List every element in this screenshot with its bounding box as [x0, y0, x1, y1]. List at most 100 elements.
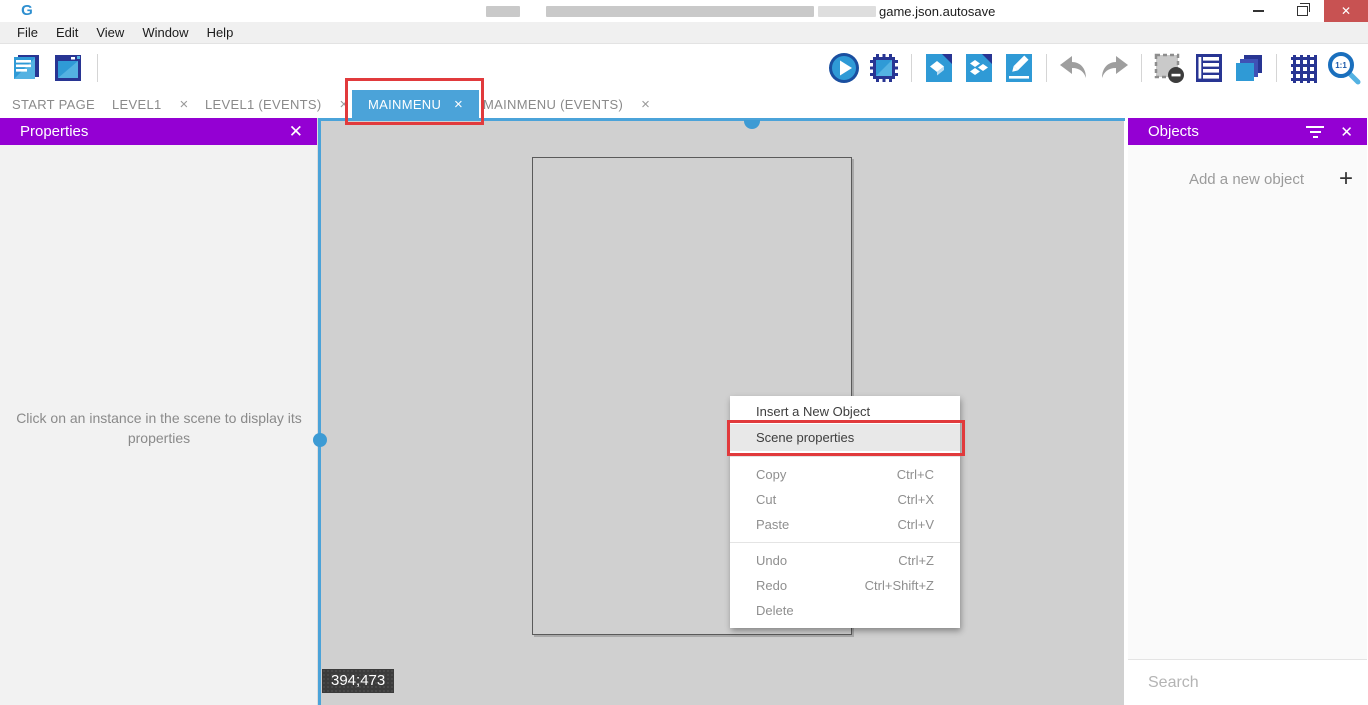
menu-item-label: Cut: [756, 492, 776, 507]
context-menu-item-insert-object[interactable]: Insert a New Object: [730, 399, 960, 424]
toolbar: 1:1: [0, 45, 1368, 90]
menu-item-label: Copy: [756, 467, 786, 482]
canvas-left-border: [318, 118, 321, 705]
context-menu-item-redo[interactable]: Redo Ctrl+Shift+Z: [730, 573, 960, 598]
menu-file[interactable]: File: [8, 22, 47, 43]
grid-button[interactable]: [1286, 49, 1322, 87]
objects-title: Objects: [1148, 123, 1199, 140]
tab-level1[interactable]: LEVEL1 ×: [112, 90, 189, 118]
add-object-row: Add a new object +: [1128, 167, 1367, 191]
context-menu-item-scene-properties[interactable]: Scene properties: [730, 424, 960, 451]
tab-bar: START PAGE LEVEL1 × LEVEL1 (EVENTS) × MA…: [0, 90, 1368, 118]
start-page-icon: [52, 52, 84, 84]
gdevelop-window: G game.json.autosave ✕ File Edit View Wi…: [0, 0, 1368, 705]
context-menu-item-delete[interactable]: Delete: [730, 598, 960, 623]
properties-title: Properties: [20, 123, 88, 140]
redo-button[interactable]: [1096, 49, 1132, 87]
filter-icon[interactable]: [1306, 126, 1324, 138]
tab-label: MAINMENU: [368, 97, 441, 112]
debugger-button[interactable]: [866, 49, 902, 87]
menu-item-label: Redo: [756, 578, 787, 593]
close-icon: ✕: [1341, 4, 1351, 18]
app-logo-icon: G: [18, 2, 36, 20]
menu-separator: [730, 542, 960, 543]
minimize-button[interactable]: [1236, 0, 1280, 22]
tab-label: LEVEL1 (EVENTS): [205, 97, 322, 112]
instances-list-button[interactable]: [1191, 49, 1227, 87]
menu-item-shortcut: Ctrl+Z: [898, 553, 934, 568]
grid-icon: [1287, 51, 1321, 85]
menu-item-shortcut: Ctrl+V: [898, 517, 934, 532]
document-pencil-icon: [1002, 51, 1036, 85]
menu-item-label: Scene properties: [756, 430, 854, 445]
menu-window[interactable]: Window: [133, 22, 197, 43]
tab-start-page[interactable]: START PAGE: [12, 90, 95, 118]
menu-separator: [730, 456, 960, 457]
tab-label: START PAGE: [12, 97, 95, 112]
selection-minus-icon: [1152, 51, 1186, 85]
project-manager-button[interactable]: [8, 49, 44, 87]
close-tab-icon[interactable]: ×: [454, 97, 463, 112]
context-menu-item-copy[interactable]: Copy Ctrl+C: [730, 462, 960, 487]
delete-selection-button[interactable]: [1151, 49, 1187, 87]
minimize-icon: [1253, 10, 1264, 12]
add-object-plus-button[interactable]: +: [1339, 167, 1353, 191]
objects-panel: Objects ✕ Add a new object +: [1124, 118, 1367, 705]
window-title-group: game.json.autosave: [486, 3, 995, 19]
close-tab-icon[interactable]: ×: [340, 97, 349, 112]
table-list-icon: [1192, 51, 1226, 85]
window-title: game.json.autosave: [879, 4, 995, 19]
properties-panel-header: Properties ✕: [0, 118, 317, 145]
tab-mainmenu-events[interactable]: MAINMENU (EVENTS) ×: [483, 90, 650, 118]
menu-edit[interactable]: Edit: [47, 22, 87, 43]
menu-item-label: Undo: [756, 553, 787, 568]
zoom-original-button[interactable]: 1:1: [1326, 49, 1362, 87]
edit-scene-properties-button[interactable]: [1001, 49, 1037, 87]
resize-handle-top[interactable]: [744, 120, 760, 129]
menu-item-shortcut: Ctrl+Shift+Z: [865, 578, 934, 593]
add-object-button[interactable]: [921, 49, 957, 87]
close-tab-icon[interactable]: ×: [641, 97, 650, 112]
objects-list-button[interactable]: [961, 49, 997, 87]
zoom-label: 1:1: [1335, 61, 1347, 70]
debug-icon: [867, 51, 901, 85]
play-icon: [827, 51, 861, 85]
close-window-button[interactable]: ✕: [1324, 0, 1368, 22]
play-preview-button[interactable]: [826, 49, 862, 87]
add-object-label: Add a new object: [1128, 171, 1339, 188]
tab-level1-events[interactable]: LEVEL1 (EVENTS) ×: [205, 90, 349, 118]
restore-button[interactable]: [1280, 0, 1324, 22]
close-panel-icon[interactable]: ✕: [1340, 123, 1353, 141]
tab-label: MAINMENU (EVENTS): [483, 97, 623, 112]
cursor-coordinates-badge: 394;473: [322, 669, 394, 693]
context-menu-item-undo[interactable]: Undo Ctrl+Z: [730, 548, 960, 573]
undo-button[interactable]: [1056, 49, 1092, 87]
layers-icon: [1232, 51, 1266, 85]
resize-handle-left[interactable]: [313, 433, 327, 447]
layers-button[interactable]: [1231, 49, 1267, 87]
properties-empty-message: Click on an instance in the scene to dis…: [9, 408, 309, 448]
search-bar: [1128, 659, 1367, 705]
tab-mainmenu[interactable]: MAINMENU ×: [352, 90, 479, 118]
context-menu-item-cut[interactable]: Cut Ctrl+X: [730, 487, 960, 512]
context-menu-item-paste[interactable]: Paste Ctrl+V: [730, 512, 960, 537]
properties-panel: Properties ✕ Click on an instance in the…: [0, 118, 318, 705]
menu-item-label: Paste: [756, 517, 789, 532]
tab-label: LEVEL1: [112, 97, 162, 112]
menu-item-shortcut: Ctrl+C: [897, 467, 934, 482]
context-menu: Insert a New Object Scene properties Cop…: [730, 396, 960, 628]
close-panel-icon[interactable]: ✕: [289, 122, 303, 142]
menu-view[interactable]: View: [87, 22, 133, 43]
start-page-button[interactable]: [50, 49, 86, 87]
close-tab-icon[interactable]: ×: [180, 97, 189, 112]
redacted-text-block: [546, 6, 814, 17]
menu-help[interactable]: Help: [198, 22, 243, 43]
menu-item-shortcut: Ctrl+X: [898, 492, 934, 507]
redo-icon: [1096, 51, 1132, 85]
scene-canvas[interactable]: 394;473 Insert a New Object Scene proper…: [318, 118, 1125, 705]
menu-bar: File Edit View Window Help: [0, 22, 1368, 44]
project-manager-icon: [10, 52, 42, 84]
menu-item-label: Delete: [756, 603, 794, 618]
redacted-text-block: [818, 6, 876, 17]
search-input[interactable]: [1146, 673, 1357, 693]
